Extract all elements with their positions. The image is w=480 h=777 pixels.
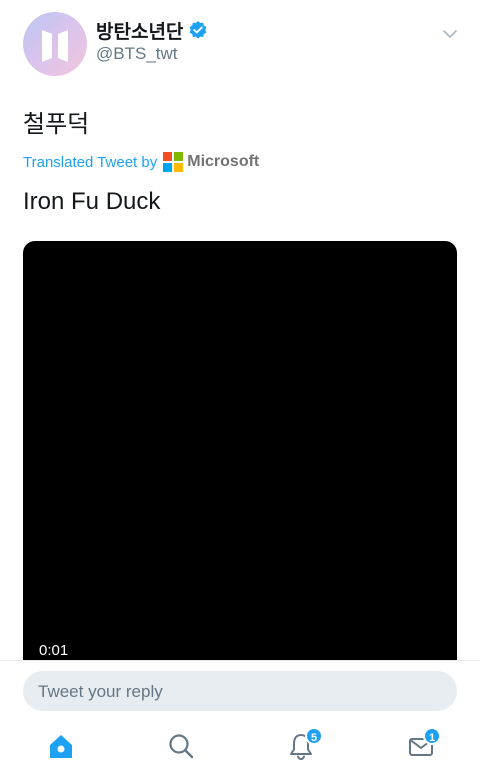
video-player[interactable]: 0:01 [23,241,457,681]
video-elapsed-time: 0:01 [39,642,69,659]
display-name[interactable]: 방탄소년단 [96,17,183,44]
notifications-badge: 5 [305,727,323,745]
reply-input[interactable]: Tweet your reply [23,671,457,711]
home-icon [50,735,72,758]
bts-logo-icon [42,30,68,62]
translation-attribution: Translated Tweet by Microsoft [23,150,259,174]
avatar[interactable] [23,12,87,76]
verified-badge-icon [188,20,208,40]
tab-home[interactable] [31,721,91,771]
tweet-header: 방탄소년단 @BTS_twt [0,0,480,90]
tab-messages[interactable]: 1 [391,721,451,771]
microsoft-logo-icon [163,152,184,172]
tab-search[interactable] [151,721,211,771]
name-row: 방탄소년단 [96,17,208,44]
translated-label[interactable]: Translated Tweet by [23,154,157,171]
bottom-bar: Tweet your reply 5 1 [0,660,480,777]
tab-notifications[interactable]: 5 [271,721,331,771]
tweet-text: 철푸덕 [23,110,90,138]
translator-name: Microsoft [187,153,260,170]
chevron-down-icon[interactable] [440,24,460,44]
search-icon [169,734,194,759]
reply-placeholder: Tweet your reply [38,682,163,701]
translated-text: Iron Fu Duck [23,188,161,215]
messages-badge: 1 [423,727,441,745]
tab-bar: 5 1 [0,721,480,777]
handle[interactable]: @BTS_twt [96,44,178,64]
